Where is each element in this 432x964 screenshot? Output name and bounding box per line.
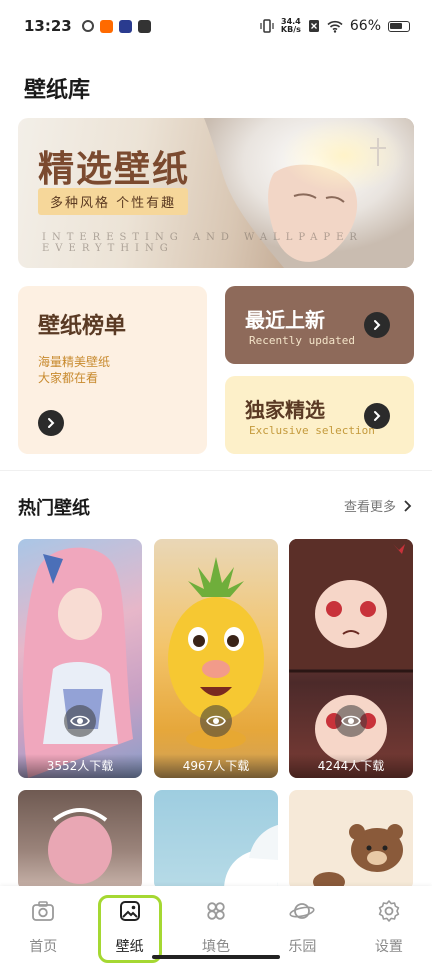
net-speed: 34.4 KB/s bbox=[281, 18, 301, 34]
video-notification-icon bbox=[118, 19, 132, 33]
preview-eye-button[interactable] bbox=[64, 705, 96, 737]
camera-icon bbox=[30, 898, 56, 924]
eye-icon bbox=[341, 715, 361, 727]
wallpaper-thumbnail[interactable] bbox=[289, 790, 413, 890]
sky-clouds-image bbox=[224, 825, 278, 890]
see-more-label: 查看更多 bbox=[343, 500, 396, 515]
wifi-icon bbox=[327, 20, 343, 33]
wallpaper-thumbnail[interactable]: 4244人下载 bbox=[289, 539, 413, 778]
pineapple-pig-image bbox=[168, 557, 264, 749]
nav-item-home[interactable]: 首页 bbox=[0, 886, 86, 964]
chevron-right-icon bbox=[48, 418, 55, 428]
nav-item-settings[interactable]: 设置 bbox=[346, 886, 432, 964]
ranking-card-desc: 海量精美壁纸 大家都在看 bbox=[38, 354, 110, 386]
exclusive-card-title: 独家精选 bbox=[245, 398, 325, 422]
battery-percent: 66% bbox=[349, 18, 381, 34]
exclusive-arrow-button[interactable] bbox=[364, 403, 390, 429]
preview-eye-button[interactable] bbox=[200, 705, 232, 737]
nav-label-coloring: 填色 bbox=[202, 939, 231, 955]
gear-icon bbox=[376, 898, 402, 924]
nav-label-home: 首页 bbox=[29, 939, 58, 955]
status-bar: 13:23 34.4 KB/s 66% bbox=[0, 0, 432, 52]
planet-icon bbox=[289, 898, 315, 924]
ranking-desc-line2: 大家都在看 bbox=[38, 371, 99, 385]
message-notification-icon bbox=[137, 19, 151, 33]
status-time: 13:23 bbox=[24, 17, 72, 35]
wallpaper-ranking-card[interactable]: 壁纸榜单 海量精美壁纸 大家都在看 bbox=[18, 286, 207, 454]
banner-title: 精选壁纸 bbox=[38, 149, 191, 190]
ranking-desc-line1: 海量精美壁纸 bbox=[38, 355, 111, 369]
brown-bear-image bbox=[313, 824, 403, 890]
ranking-card-title: 壁纸榜单 bbox=[38, 314, 127, 339]
download-count: 3552人下载 bbox=[18, 754, 142, 778]
wallpaper-thumbnail[interactable]: 4967人下载 bbox=[154, 539, 278, 778]
chevron-right-icon bbox=[374, 320, 381, 330]
banner-watermark: INTERESTING AND WALLPAPER EVERYTHING bbox=[42, 232, 363, 254]
exclusive-selection-card[interactable]: 独家精选 Exclusive selection bbox=[225, 376, 414, 454]
preview-eye-button[interactable] bbox=[335, 705, 367, 737]
vibrate-icon bbox=[260, 19, 274, 33]
see-more-link[interactable]: 查看更多 bbox=[344, 496, 412, 515]
net-speed-unit: KB/s bbox=[280, 25, 301, 34]
featured-banner[interactable]: 精选壁纸 多种风格 个性有趣 INTERESTING AND WALLPAPER… bbox=[18, 118, 414, 268]
banner-subtitle: 多种风格 个性有趣 bbox=[38, 188, 189, 215]
palette-icon bbox=[203, 898, 229, 924]
recent-card-subtitle: Recently updated bbox=[249, 334, 355, 347]
battery-icon bbox=[388, 20, 410, 32]
taobao-notification-icon bbox=[99, 19, 113, 33]
wallpaper-thumbnail[interactable]: 3552人下载 bbox=[18, 539, 142, 778]
sim-off-icon bbox=[308, 20, 319, 32]
ranking-arrow-button[interactable] bbox=[38, 410, 64, 436]
active-tab-highlight bbox=[98, 895, 162, 963]
section-divider bbox=[0, 470, 432, 471]
anime-girl-brown-hair-image bbox=[289, 539, 413, 763]
hot-wallpapers-title: 热门壁纸 bbox=[18, 498, 90, 519]
nav-item-paradise[interactable]: 乐园 bbox=[259, 886, 345, 964]
exclusive-card-subtitle: Exclusive selection bbox=[249, 424, 375, 437]
wallpaper-thumbnail[interactable] bbox=[154, 790, 278, 890]
download-count: 4967人下载 bbox=[154, 754, 278, 778]
recent-card-title: 最近上新 bbox=[245, 308, 325, 332]
eye-icon bbox=[206, 715, 226, 727]
eye-icon bbox=[70, 715, 90, 727]
nav-label-settings: 设置 bbox=[374, 939, 403, 955]
recently-updated-card[interactable]: 最近上新 Recently updated bbox=[225, 286, 414, 364]
download-count: 4244人下载 bbox=[289, 754, 413, 778]
recent-arrow-button[interactable] bbox=[364, 312, 390, 338]
anime-girl-pink-hair-image bbox=[22, 547, 133, 778]
anime-maid-image bbox=[48, 808, 112, 884]
chevron-right-icon bbox=[404, 499, 412, 512]
wallpaper-thumbnail[interactable] bbox=[18, 790, 142, 890]
bottom-navigation: 首页 壁纸 填色 乐园 设置 bbox=[0, 886, 432, 964]
chevron-right-icon bbox=[374, 411, 381, 421]
nav-label-paradise: 乐园 bbox=[288, 939, 317, 955]
page-title: 壁纸库 bbox=[24, 78, 91, 103]
nav-item-coloring[interactable]: 填色 bbox=[173, 886, 259, 964]
app-notification-icon bbox=[81, 20, 94, 32]
home-indicator[interactable] bbox=[152, 955, 280, 959]
